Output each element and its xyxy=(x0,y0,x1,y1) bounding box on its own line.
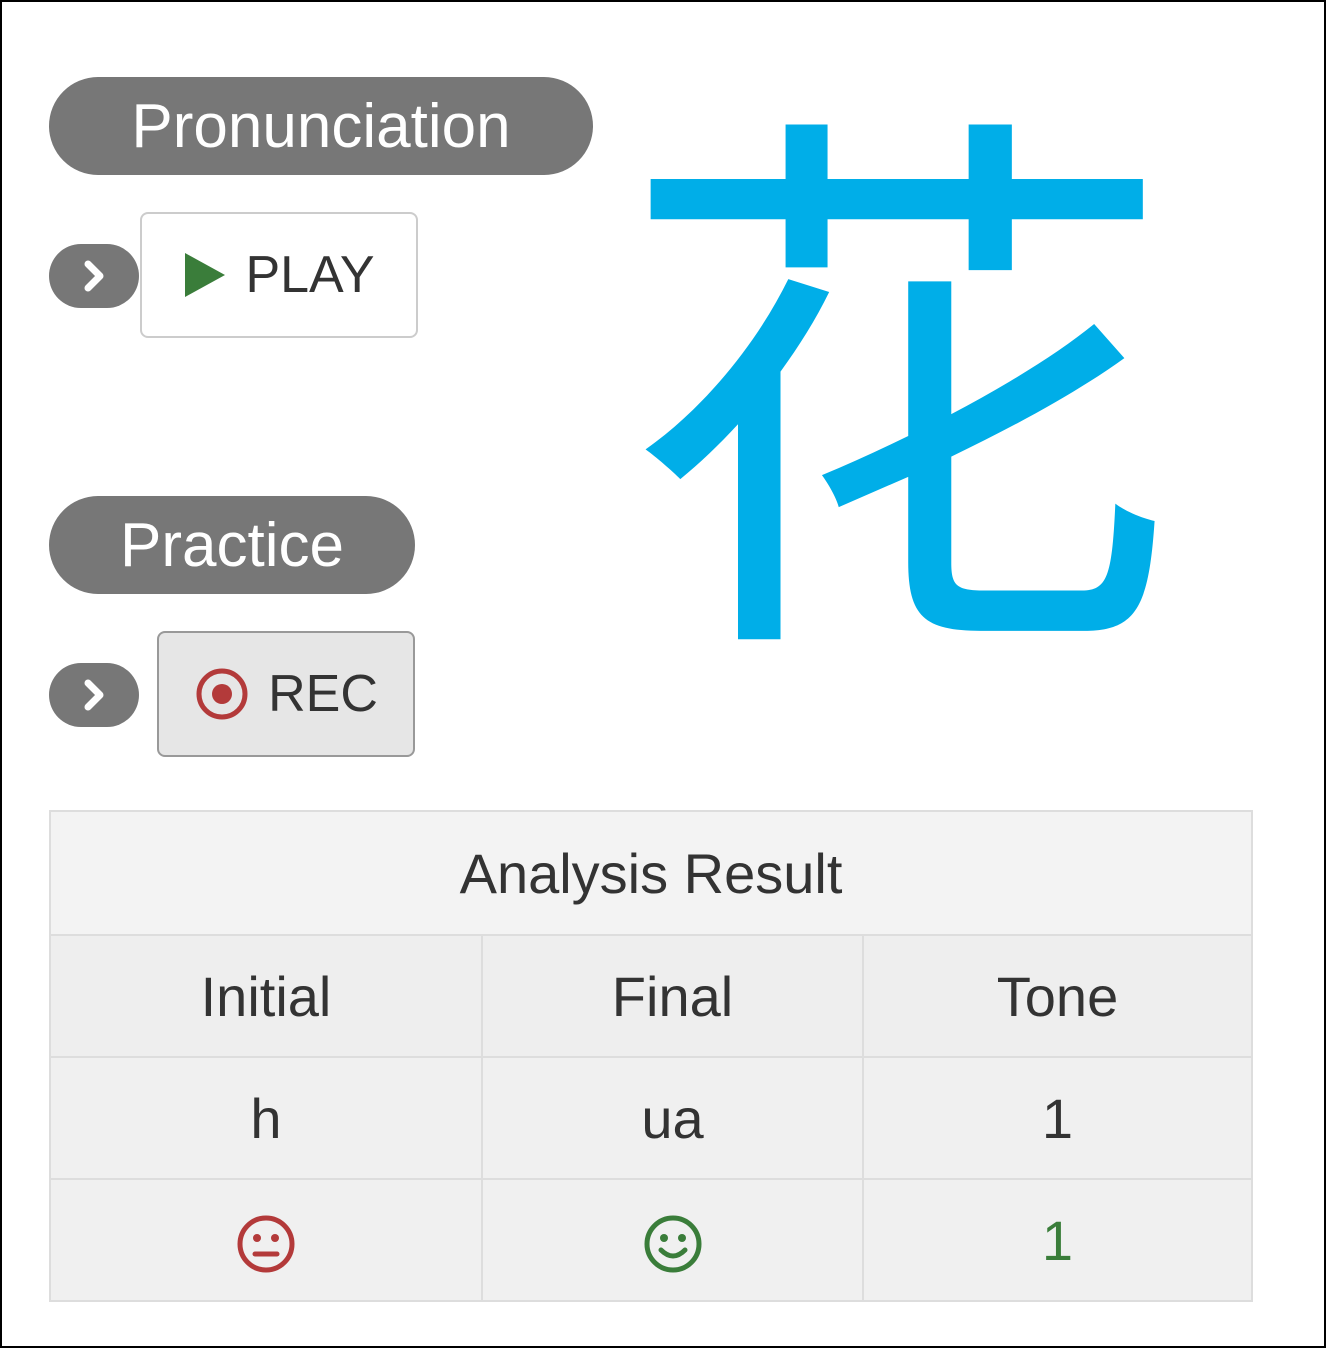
pronunciation-label: Pronunciation xyxy=(131,91,511,161)
table-row: 1 xyxy=(49,1178,1254,1302)
practice-label: Practice xyxy=(120,510,344,580)
play-label: PLAY xyxy=(245,246,375,304)
chinese-character: 花 xyxy=(617,76,1177,728)
column-header-tone: Tone xyxy=(861,934,1254,1058)
practice-header: Practice xyxy=(49,496,415,594)
initial-feedback xyxy=(49,1178,483,1302)
analysis-title: Analysis Result xyxy=(48,810,1254,936)
record-label: REC xyxy=(268,665,378,723)
final-value: ua xyxy=(481,1056,864,1180)
tone-value: 1 xyxy=(861,1056,1254,1180)
initial-value: h xyxy=(49,1056,483,1180)
tone-feedback: 1 xyxy=(861,1178,1254,1302)
chevron-right-icon xyxy=(84,260,104,292)
play-icon xyxy=(185,253,226,297)
play-button[interactable]: PLAY xyxy=(140,212,418,338)
app-frame: Pronunciation PLAY Practice REC 花 Analys… xyxy=(0,0,1326,1348)
table-row: h ua 1 xyxy=(49,1056,1254,1180)
chevron-right-icon xyxy=(84,679,104,711)
pronunciation-header: Pronunciation xyxy=(49,77,593,175)
column-header-final: Final xyxy=(481,934,864,1058)
pronunciation-expand-toggle[interactable] xyxy=(49,244,139,308)
record-button[interactable]: REC xyxy=(157,631,415,757)
neutral-face-icon xyxy=(237,1215,295,1273)
analysis-result-table: Analysis Result Initial Final Tone h ua … xyxy=(48,810,1254,1302)
column-header-initial: Initial xyxy=(49,934,483,1058)
smiley-face-icon xyxy=(644,1215,701,1273)
final-feedback xyxy=(481,1178,864,1302)
record-icon xyxy=(196,668,248,720)
practice-expand-toggle[interactable] xyxy=(49,663,139,727)
